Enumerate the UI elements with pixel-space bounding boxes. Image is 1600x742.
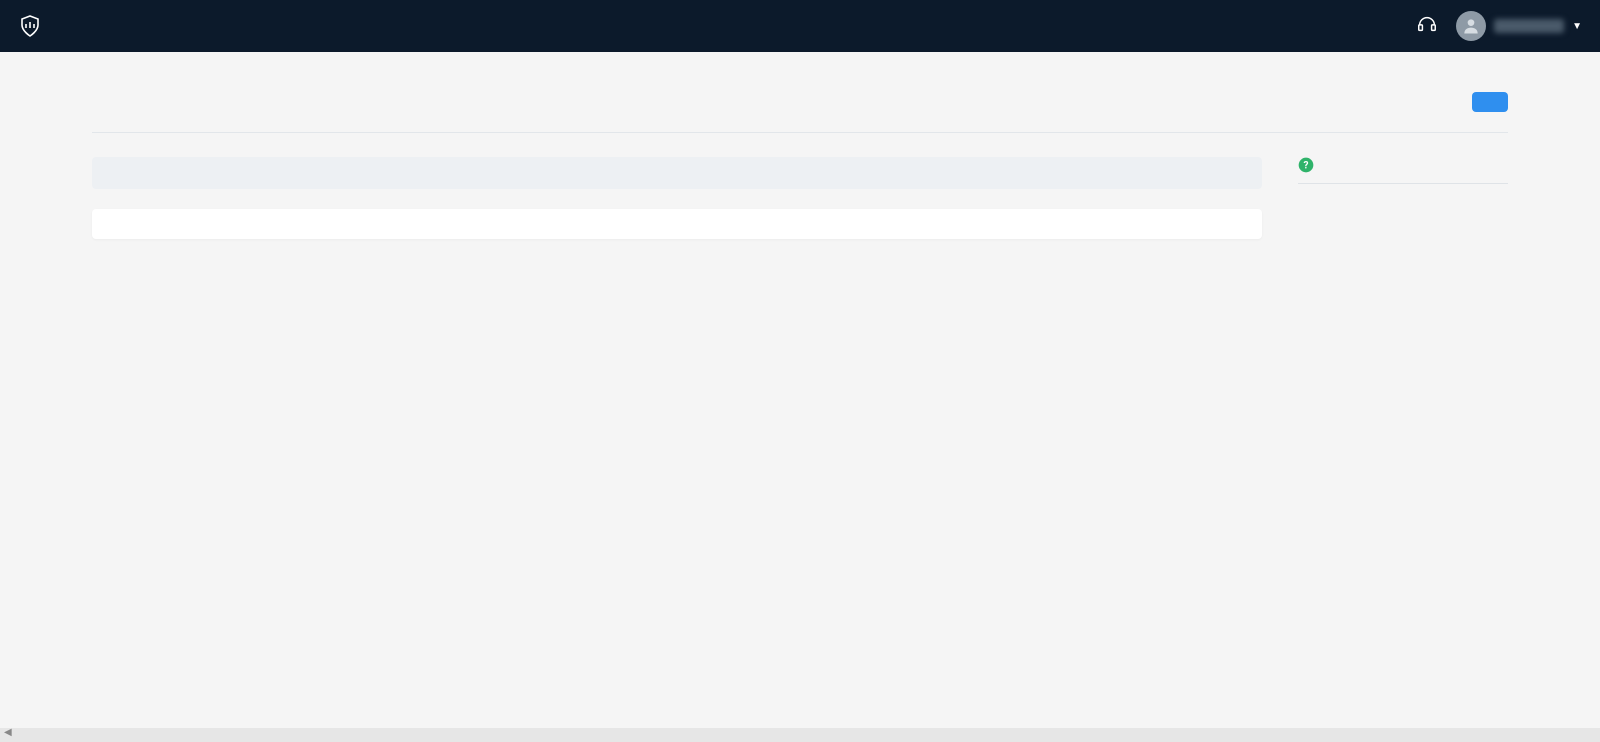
info-banner: [92, 157, 1262, 189]
help-divider: [1298, 183, 1508, 184]
username-hidden: [1494, 19, 1564, 33]
user-menu[interactable]: ▼: [1456, 11, 1582, 41]
content-row: ?: [92, 157, 1508, 239]
chevron-down-icon: ▼: [1572, 21, 1582, 32]
horizontal-scrollbar[interactable]: [0, 728, 1600, 742]
main-column: [92, 157, 1262, 239]
shield-icon: [18, 14, 42, 38]
help-icon: ?: [1298, 157, 1314, 173]
gateway-table-card: [92, 209, 1262, 239]
svg-text:?: ?: [1304, 160, 1309, 171]
page-body: ?: [0, 52, 1600, 239]
topbar-right: ▼: [1416, 11, 1582, 41]
topbar: ▼: [0, 0, 1600, 52]
help-heading: ?: [1298, 157, 1508, 173]
brand-logo[interactable]: [18, 14, 48, 38]
create-gateway-button[interactable]: [1472, 92, 1508, 112]
avatar: [1456, 11, 1486, 41]
page-header: [92, 92, 1508, 133]
support-icon[interactable]: [1416, 13, 1438, 39]
help-sidebar: ?: [1298, 157, 1508, 217]
